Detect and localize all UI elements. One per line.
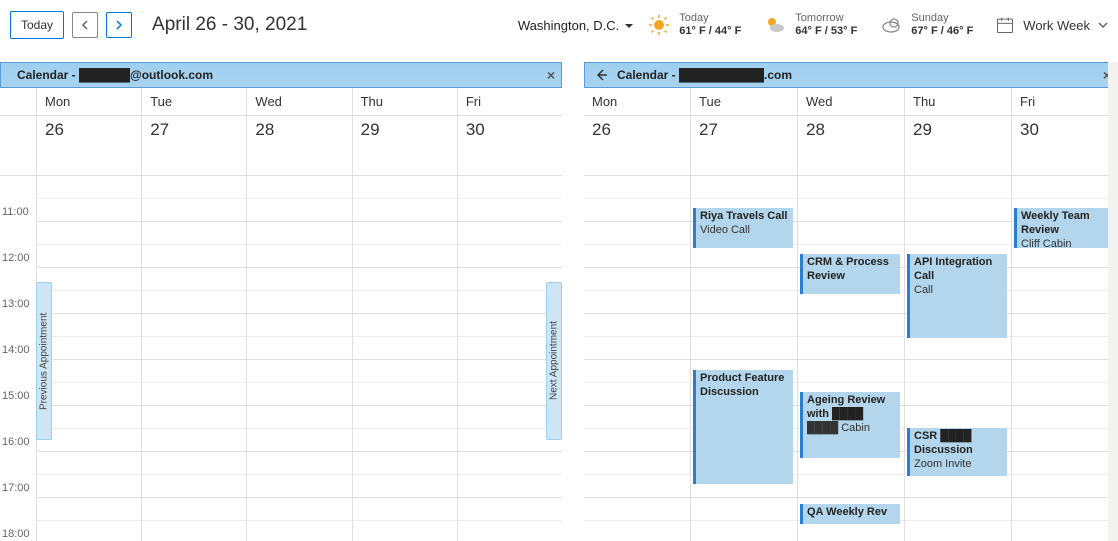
date-number[interactable]: 27	[141, 116, 246, 175]
calendar-event[interactable]: QA Weekly Rev	[800, 504, 900, 524]
hour-label: 11:00	[2, 206, 29, 218]
previous-appointment-tab[interactable]: Previous Appointment	[36, 282, 52, 440]
day-header: Wed	[797, 88, 904, 115]
weather-sunday[interactable]: Sunday 67° F / 46° F	[879, 12, 973, 38]
day-header: Fri	[457, 88, 562, 115]
day-header-row: Mon Tue Wed Thu Fri	[584, 88, 1118, 116]
date-number[interactable]: 29	[904, 116, 1011, 175]
day-header: Mon	[584, 88, 690, 115]
day-header-row: Mon Tue Wed Thu Fri	[0, 88, 562, 116]
sun-icon	[647, 13, 671, 37]
calendar-event[interactable]: CRM & Process Review	[800, 254, 900, 294]
day-column[interactable]	[584, 176, 690, 541]
event-title: CRM & Process Review	[807, 256, 896, 284]
weather-tomorrow[interactable]: Tomorrow 64° F / 53° F	[763, 12, 857, 38]
date-number[interactable]: 26	[36, 116, 141, 175]
event-location: Cliff Cabin	[1021, 238, 1110, 249]
day-header: Thu	[904, 88, 1011, 115]
calendar-event[interactable]: Riya Travels CallVideo Call	[693, 208, 793, 248]
day-column[interactable]: API Integration CallCall CSR ████ Discuss…	[904, 176, 1011, 541]
day-column[interactable]: CRM & Process Review Ageing Review with █…	[797, 176, 904, 541]
event-location: ████ Cabin	[807, 422, 896, 436]
view-mode-label: Work Week	[1023, 18, 1090, 33]
header-toolbar: Today April 26 - 30, 2021 Washington, D.…	[0, 0, 1118, 50]
hour-label: 12:00	[2, 252, 30, 264]
date-number[interactable]: 27	[690, 116, 797, 175]
hour-label: 13:00	[2, 298, 30, 310]
date-number[interactable]: 29	[352, 116, 457, 175]
hour-label: 18:00	[2, 528, 30, 540]
date-range-label: April 26 - 30, 2021	[152, 14, 307, 36]
date-number[interactable]: 28	[797, 116, 904, 175]
calendar-event[interactable]: Product Feature Discussion	[693, 370, 793, 484]
next-appointment-tab[interactable]: Next Appointment	[546, 282, 562, 440]
event-title: QA Weekly Rev	[807, 506, 896, 520]
day-column[interactable]: Weekly Team ReviewCliff Cabin	[1011, 176, 1118, 541]
cloud-icon	[879, 13, 903, 37]
weather-temp-label: 61° F / 44° F	[679, 25, 741, 38]
date-number[interactable]: 26	[584, 116, 690, 175]
chevron-left-icon	[80, 20, 90, 30]
time-grid-right[interactable]: Riya Travels CallVideo Call Product Featu…	[584, 176, 1118, 541]
day-header: Mon	[36, 88, 141, 115]
day-column[interactable]	[141, 176, 246, 541]
chevron-right-icon	[114, 20, 124, 30]
weather-day-label: Today	[679, 12, 741, 25]
hour-label: 15:00	[2, 390, 30, 402]
day-header: Tue	[141, 88, 246, 115]
weather-today[interactable]: Today 61° F / 44° F	[647, 12, 741, 38]
day-column[interactable]	[352, 176, 457, 541]
event-title: Riya Travels Call	[700, 210, 789, 224]
day-header: Thu	[352, 88, 457, 115]
hour-label: 16:00	[2, 436, 30, 448]
date-number[interactable]: 30	[1011, 116, 1118, 175]
calendar-event[interactable]: CSR ████ DiscussionZoom Invite	[907, 428, 1007, 476]
event-title: API Integration Call	[914, 256, 1003, 284]
vertical-scrollbar[interactable]	[1108, 62, 1118, 541]
calendar-event[interactable]: Weekly Team ReviewCliff Cabin	[1014, 208, 1114, 248]
calendar-pane-left: Calendar - ██████@outlook.com × Mon Tue …	[0, 62, 562, 541]
calendar-pane-right: Calendar - ██████████.com × Mon Tue Wed …	[584, 62, 1118, 541]
day-header: Tue	[690, 88, 797, 115]
prev-week-button[interactable]	[72, 12, 98, 38]
date-number[interactable]: 28	[246, 116, 351, 175]
partly-cloudy-icon	[763, 13, 787, 37]
calendar-tab-left[interactable]: Calendar - ██████@outlook.com ×	[0, 62, 562, 88]
hour-label: 17:00	[2, 482, 30, 494]
back-arrow-icon[interactable]	[593, 67, 609, 83]
calendar-title: Calendar - ██████████.com	[617, 68, 792, 82]
event-location: Video Call	[700, 224, 789, 238]
chevron-down-icon	[1098, 20, 1108, 30]
event-title: CSR ████ Discussion	[914, 430, 1003, 458]
calendar-event[interactable]: Ageing Review with ████████ Cabin	[800, 392, 900, 458]
day-header: Fri	[1011, 88, 1118, 115]
calendar-event[interactable]: API Integration CallCall	[907, 254, 1007, 338]
today-button[interactable]: Today	[10, 11, 64, 39]
close-icon[interactable]: ×	[547, 67, 555, 83]
event-title: Weekly Team Review	[1021, 210, 1110, 238]
location-dropdown[interactable]: Washington, D.C.	[518, 18, 633, 33]
event-location: Call	[914, 284, 1003, 298]
time-grid-left[interactable]: 11:00 12:00 13:00 14:00 15:00 16:00 17:00 18:00	[0, 176, 562, 541]
next-week-button[interactable]	[106, 12, 132, 38]
day-header: Wed	[246, 88, 351, 115]
calendar-tab-right[interactable]: Calendar - ██████████.com ×	[584, 62, 1118, 88]
calendar-title: Calendar - ██████@outlook.com	[17, 68, 213, 82]
event-title: Product Feature Discussion	[700, 372, 789, 400]
day-column[interactable]	[246, 176, 351, 541]
calendar-icon	[995, 15, 1015, 35]
date-number-row: 26 27 28 29 30	[0, 116, 562, 176]
calendar-panes: Calendar - ██████@outlook.com × Mon Tue …	[0, 62, 1118, 541]
event-title: Ageing Review with ████	[807, 394, 896, 422]
hour-label: 14:00	[2, 344, 30, 356]
date-number[interactable]: 30	[457, 116, 562, 175]
date-number-row: 26 27 28 29 30	[584, 116, 1118, 176]
event-location: Zoom Invite	[914, 458, 1003, 472]
view-mode-dropdown[interactable]: Work Week	[995, 15, 1108, 35]
day-column[interactable]: Riya Travels CallVideo Call Product Featu…	[690, 176, 797, 541]
